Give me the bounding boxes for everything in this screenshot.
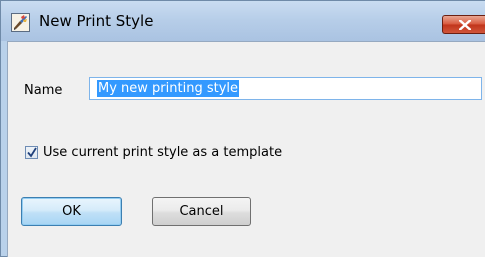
name-label: Name — [24, 83, 63, 98]
close-x-icon — [459, 20, 471, 30]
cancel-button[interactable]: Cancel — [152, 197, 251, 226]
title-bar[interactable]: New Print Style — [1, 1, 485, 41]
template-checkbox-label[interactable]: Use current print style as a template — [43, 145, 282, 161]
name-input-value: My new printing style — [97, 80, 239, 97]
checkmark-icon — [27, 147, 37, 158]
dialog-title: New Print Style — [39, 12, 154, 30]
print-style-brush-icon — [11, 13, 30, 32]
dialog-content: Name My new printing style Use current p… — [7, 41, 485, 257]
template-checkbox[interactable] — [25, 146, 38, 159]
name-input[interactable]: My new printing style — [89, 77, 482, 100]
dialog-window: New Print Style Name My new printing sty… — [0, 0, 485, 257]
ok-button[interactable]: OK — [21, 197, 122, 226]
close-button[interactable] — [442, 15, 485, 34]
